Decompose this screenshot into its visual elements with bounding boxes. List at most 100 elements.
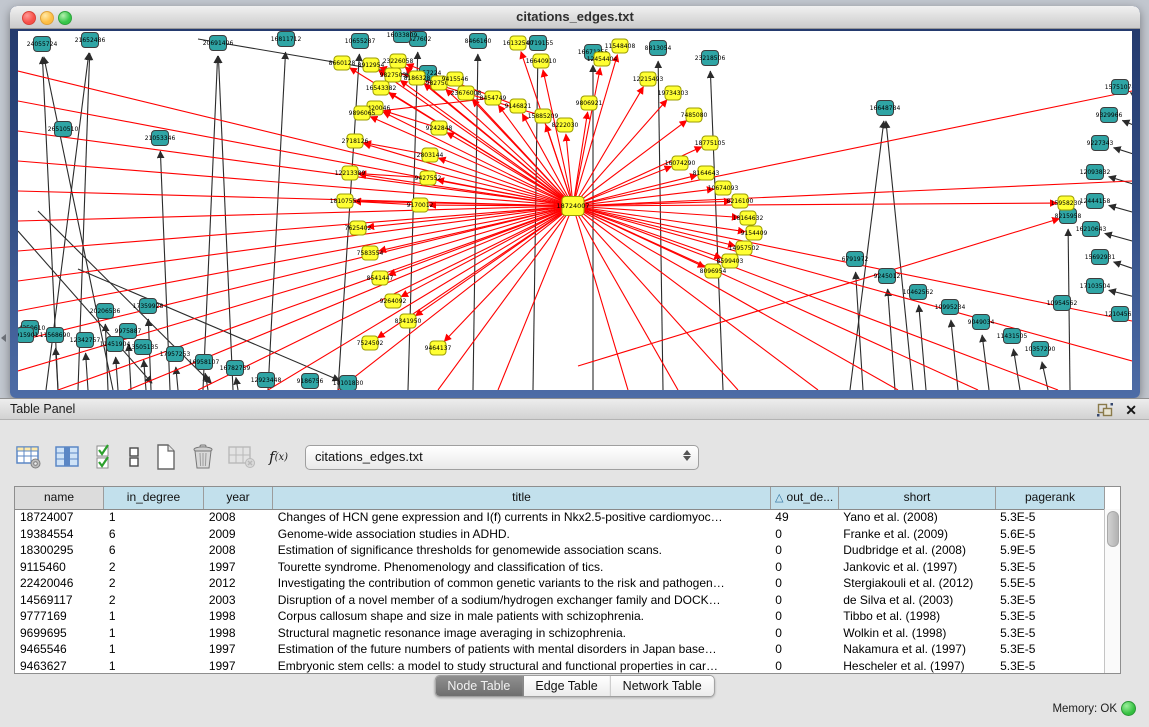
network-node[interactable]: 16640910 [526,54,557,68]
network-node[interactable]: 8660128 [329,56,356,70]
column-header-year[interactable]: year [204,487,273,509]
table-row[interactable]: 977716911998Corpus callosum shape and si… [15,608,1104,625]
column-header-out-de-[interactable]: △ out_de... [771,487,839,509]
network-node[interactable]: 9154409 [741,226,768,240]
column-header-pagerank[interactable]: pagerank [996,487,1105,509]
network-node[interactable]: 10995234 [935,300,966,315]
network-node[interactable]: 24055724 [27,37,58,52]
network-node[interactable]: 10462562 [903,285,934,300]
network-node[interactable]: 17103504 [1080,279,1111,294]
table-row[interactable]: 1830029562008Estimation of significance … [15,542,1104,559]
svg-text:12923448: 12923448 [251,377,282,384]
network-node[interactable]: 16210643 [1076,222,1107,237]
tab-network-table[interactable]: Network Table [611,676,714,696]
network-node[interactable]: 9227343 [1087,136,1114,151]
network-node[interactable]: 10655287 [345,34,376,49]
network-node[interactable]: 9806921 [576,96,603,110]
network-node[interactable]: 16074290 [665,156,696,170]
network-node[interactable]: 23226058 [383,54,414,68]
network-window[interactable]: citations_edges.txt 24055724 21652486 2069… [10,6,1140,398]
table-row[interactable]: 946362711997Embryonic stem cells: a mode… [15,658,1104,674]
network-node[interactable]: 16132540 [503,36,534,50]
network-node[interactable]: 8813054 [645,41,672,56]
table-settings-icon[interactable] [16,445,42,469]
network-node[interactable]: 16811712 [271,32,302,47]
network-window-titlebar[interactable]: citations_edges.txt [10,6,1140,29]
create-table-icon[interactable] [154,444,178,470]
network-node[interactable]: 16782759 [220,361,251,376]
network-canvas[interactable]: 24055724 21652486 20691406 16811712 10655287… [18,31,1132,390]
network-node[interactable]: 12213389 [335,166,366,180]
network-node[interactable]: 6791972 [842,252,869,267]
network-node[interactable]: 20206536 [90,304,121,319]
table-selector-dropdown[interactable]: citations_edges.txt [305,445,699,470]
column-header-name[interactable]: name [15,487,104,509]
network-node[interactable]: 10357290 [1025,342,1056,357]
network-node[interactable]: 8341950 [395,314,422,328]
memory-status-indicator[interactable] [1121,701,1136,716]
close-panel-icon[interactable]: ✕ [1125,400,1137,420]
tab-edge-table[interactable]: Edge Table [523,676,610,696]
network-node[interactable]: 18164632 [733,211,764,225]
column-header-title[interactable]: title [273,487,771,509]
row-height-icon[interactable] [127,445,141,469]
collapse-panel-arrow-icon[interactable] [1,334,6,342]
table-row[interactable]: 946554611997Estimation of the future num… [15,641,1104,658]
network-node[interactable]: 8466160 [465,34,492,49]
network-node[interactable]: 12104562 [1105,307,1132,322]
network-node[interactable]: 16543382 [366,81,397,95]
vertical-scrollbar[interactable] [1104,509,1120,673]
network-node[interactable]: 15958230 [1051,196,1082,210]
network-node[interactable]: 17957253 [160,347,191,362]
network-node[interactable]: 8216100 [727,194,754,208]
network-node[interactable]: 15692931 [1085,250,1116,265]
network-node[interactable]: 2718126 [342,134,369,148]
network-node[interactable]: 8541447 [367,271,394,285]
network-node[interactable]: 9464137 [425,341,452,355]
table-row[interactable]: 1938455462009Genome-wide association stu… [15,526,1104,543]
network-node[interactable]: 12342757 [70,333,101,348]
network-node[interactable]: 8164643 [693,166,720,180]
network-node[interactable]: 20691406 [203,36,234,51]
select-rows-icon[interactable] [94,444,114,470]
network-node[interactable]: 10674093 [708,181,739,195]
network-node[interactable]: 19734303 [658,86,689,100]
network-node[interactable]: 16958107 [189,355,220,370]
network-node[interactable]: 17359928 [133,299,164,314]
network-node[interactable]: 18107554 [330,194,361,208]
tab-node-table[interactable]: Node Table [435,676,523,696]
delete-table-icon[interactable] [228,445,256,469]
column-header-in-degree[interactable]: in_degree [104,487,204,509]
network-node[interactable]: 12444158 [1080,194,1111,209]
delete-icon[interactable] [191,444,215,470]
table-row[interactable]: 1456911722003Disruption of a novel membe… [15,592,1104,609]
network-node[interactable]: 13505135 [128,340,159,355]
network-node[interactable]: 21652486 [75,33,106,48]
network-node[interactable]: 8215958 [1055,209,1082,224]
network-node[interactable]: 16648784 [870,101,901,116]
scrollbar-thumb[interactable] [1107,511,1119,547]
network-node[interactable]: 15751074 [1105,80,1132,95]
network-node[interactable]: 9186756 [297,374,324,389]
network-node[interactable]: 21053346 [145,131,176,146]
column-header-short[interactable]: short [839,487,996,509]
network-node[interactable]: 2803144 [417,148,444,162]
table-row[interactable]: 911546021997Tourette syndrome. Phenomeno… [15,559,1104,576]
network-node[interactable]: 12093832 [1080,165,1111,180]
network-node[interactable]: 9329966 [1096,108,1123,123]
table-row[interactable]: 1872400712008Changes of HCN gene express… [15,509,1104,526]
float-panel-icon[interactable] [1097,403,1113,422]
network-node[interactable]: 7485080 [681,108,708,122]
show-column-icon[interactable] [55,445,81,469]
table-row[interactable]: 2242004622012Investigating the contribut… [15,575,1104,592]
network-node[interactable]: 26510510 [48,122,79,137]
network-node[interactable]: 10101830 [333,376,364,391]
function-builder-icon[interactable]: f(x) [269,448,288,466]
network-node[interactable]: 9245012 [874,269,901,284]
network-node[interactable]: 11548408 [605,39,636,53]
network-node[interactable]: 7524502 [357,336,384,350]
network-edge [58,206,573,390]
network-node[interactable]: 10954562 [1047,296,1078,311]
network-node[interactable]: 23218506 [695,51,726,66]
table-row[interactable]: 969969511998Structural magnetic resonanc… [15,625,1104,642]
